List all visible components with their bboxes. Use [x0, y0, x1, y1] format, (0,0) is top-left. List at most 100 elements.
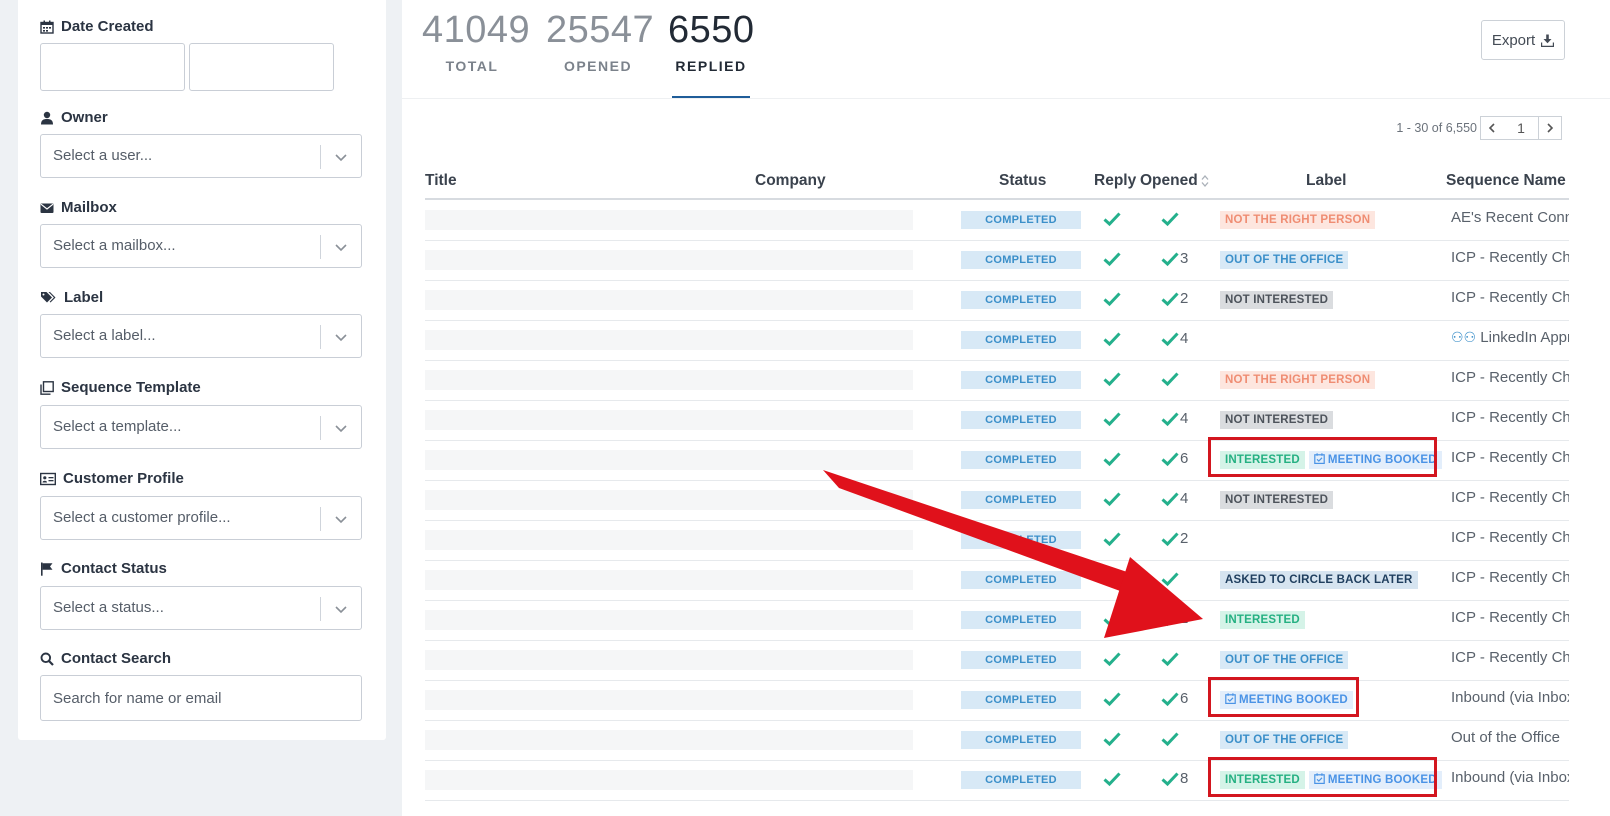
col-header-sequence[interactable]: Sequence Name [1446, 172, 1566, 190]
title-placeholder [425, 690, 913, 710]
reply-check-icon [1103, 531, 1121, 547]
sequence-name[interactable]: Inbound (via Inbox) [1451, 689, 1569, 706]
title-placeholder [425, 610, 913, 630]
status-badge: COMPLETED [961, 491, 1081, 509]
select-separator [320, 145, 321, 169]
col-header-status[interactable]: Status [999, 172, 1046, 190]
chevron-down-icon[interactable] [334, 421, 348, 435]
stat-total-value: 41049 [422, 9, 531, 51]
label-badge-text: NOT THE RIGHT PERSON [1225, 374, 1371, 386]
sequence-name[interactable]: ICP - Recently Changed [1451, 249, 1569, 266]
table-row[interactable]: COMPLETED 4 NOT INTERESTED ICP - Recently C… [425, 400, 1569, 441]
table-row[interactable]: COMPLETED 6 MEETING BOOKED Inbound (via Inb… [425, 680, 1569, 721]
contact-status-placeholder: Select a status... [53, 599, 164, 616]
stat-total[interactable]: 41049 TOTAL [422, 8, 531, 74]
customer-profile-select[interactable]: Select a customer profile... [40, 496, 362, 540]
opened-check-icon [1161, 491, 1179, 507]
sequence-name[interactable]: ICP - Recently Changed [1451, 409, 1569, 426]
table-row[interactable]: COMPLETED OUT OF THE OFFICE Out of the Off… [425, 720, 1569, 761]
chevron-down-icon[interactable] [334, 150, 348, 164]
sequence-name[interactable]: ICP - Recently Changed [1451, 609, 1569, 626]
sequence-template-select[interactable]: Select a template... [40, 405, 362, 449]
next-page-button[interactable] [1538, 116, 1562, 140]
col-header-reply[interactable]: Reply [1094, 172, 1136, 190]
date-from-input[interactable] [40, 43, 185, 91]
opened-check-icon [1161, 531, 1179, 547]
contact-status-text: Contact Status [61, 560, 167, 577]
sequence-name[interactable]: ICP - Recently Changed [1451, 569, 1569, 586]
sequence-name[interactable]: ICP - Recently Changed [1451, 369, 1569, 386]
reply-check-icon [1103, 211, 1121, 227]
title-placeholder [425, 490, 913, 510]
sequence-template-text: Sequence Template [61, 379, 201, 396]
sequence-name[interactable]: Inbound (via Inbox) [1451, 769, 1569, 786]
col-header-company[interactable]: Company [755, 172, 826, 190]
table-row[interactable]: COMPLETED ASKED TO CIRCLE BACK LATER ICP -… [425, 560, 1569, 601]
opened-check-icon [1161, 771, 1179, 787]
sequence-name[interactable]: Out of the Office [1451, 729, 1569, 746]
sequence-name[interactable]: AE's Recent Connections [1451, 209, 1569, 226]
sequence-name[interactable]: ICP - Recently Changed [1451, 489, 1569, 506]
stat-opened[interactable]: 25547 OPENED [546, 8, 655, 74]
title-placeholder [425, 290, 913, 310]
stat-opened-value: 25547 [546, 9, 655, 51]
status-badge: COMPLETED [961, 771, 1081, 789]
chevron-down-icon[interactable] [334, 330, 348, 344]
select-separator [320, 235, 321, 259]
highlight-box [1208, 437, 1437, 477]
status-badge: COMPLETED [961, 611, 1081, 629]
table-row[interactable]: COMPLETED NOT THE RIGHT PERSON ICP - Recen… [425, 360, 1569, 401]
export-button[interactable]: Export [1481, 20, 1565, 60]
sequence-name[interactable]: ICP - Recently Changed [1451, 649, 1569, 666]
sequence-name[interactable]: ICP - Recently Changed [1451, 449, 1569, 466]
status-badge: COMPLETED [961, 291, 1081, 309]
label-cell: NOT INTERESTED [1220, 291, 1337, 309]
select-separator [320, 507, 321, 531]
col-header-opened-text: Opened [1140, 172, 1198, 189]
table-row[interactable]: COMPLETED 4 NOT INTERESTED ICP - Recently C… [425, 480, 1569, 521]
col-header-title[interactable]: Title [425, 172, 457, 190]
title-placeholder [425, 250, 913, 270]
col-header-label[interactable]: Label [1306, 172, 1346, 190]
sequence-name[interactable]: ⚇⚇ LinkedIn Approach [1451, 329, 1569, 346]
table-row[interactable]: COMPLETED 2 ICP - Recently Changed [425, 520, 1569, 561]
owner-text: Owner [61, 109, 108, 126]
mailbox-select[interactable]: Select a mailbox... [40, 224, 362, 268]
chevron-down-icon[interactable] [334, 602, 348, 616]
sequence-name[interactable]: ICP - Recently Changed [1451, 529, 1569, 546]
chevron-down-icon[interactable] [334, 240, 348, 254]
date-to-input[interactable] [189, 43, 334, 91]
sequence-name[interactable]: ICP - Recently Changed [1451, 289, 1569, 306]
status-badge: COMPLETED [961, 531, 1081, 549]
opened-count: 2 [1180, 530, 1189, 547]
owner-select[interactable]: Select a user... [40, 134, 362, 178]
table-row[interactable]: COMPLETED OUT OF THE OFFICE ICP - Recently… [425, 640, 1569, 681]
chevron-down-icon[interactable] [334, 512, 348, 526]
table-row[interactable]: COMPLETED 3 OUT OF THE OFFICE ICP - Recentl… [425, 240, 1569, 281]
opened-check-icon [1161, 731, 1179, 747]
label-badge: NOT INTERESTED [1220, 491, 1334, 509]
table-row[interactable]: COMPLETED 2 INTERESTED ICP - Recently Chang… [425, 600, 1569, 641]
col-header-opened[interactable]: Opened [1140, 172, 1209, 190]
table-row[interactable]: COMPLETED 4 ⚇⚇ LinkedIn Approach [425, 320, 1569, 361]
contact-search-input[interactable] [40, 675, 362, 721]
stat-replied[interactable]: 6550 REPLIED [668, 8, 754, 74]
label-badge: NOT THE RIGHT PERSON [1220, 211, 1376, 229]
main-panel: 41049 TOTAL 25547 OPENED 6550 REPLIED Ex… [402, 0, 1610, 816]
flag-icon [41, 562, 53, 576]
stat-replied-value: 6550 [668, 9, 755, 51]
table-row[interactable]: COMPLETED 2 NOT INTERESTED ICP - Recently C… [425, 280, 1569, 321]
contact-status-select[interactable]: Select a status... [40, 586, 362, 630]
reply-check-icon [1103, 491, 1121, 507]
sequence-template-placeholder: Select a template... [53, 418, 182, 435]
status-badge: COMPLETED [961, 731, 1081, 749]
label-badge-text: INTERESTED [1225, 614, 1300, 626]
prev-page-button[interactable] [1480, 116, 1504, 140]
page-number[interactable]: 1 [1503, 116, 1539, 140]
label-badge: NOT THE RIGHT PERSON [1220, 371, 1376, 389]
label-cell: INTERESTED [1220, 611, 1309, 629]
label-badge: OUT OF THE OFFICE [1220, 651, 1349, 669]
table-row[interactable]: COMPLETED NOT THE RIGHT PERSON AE's Recent… [425, 200, 1569, 241]
label-select[interactable]: Select a label... [40, 314, 362, 358]
reply-check-icon [1103, 331, 1121, 347]
